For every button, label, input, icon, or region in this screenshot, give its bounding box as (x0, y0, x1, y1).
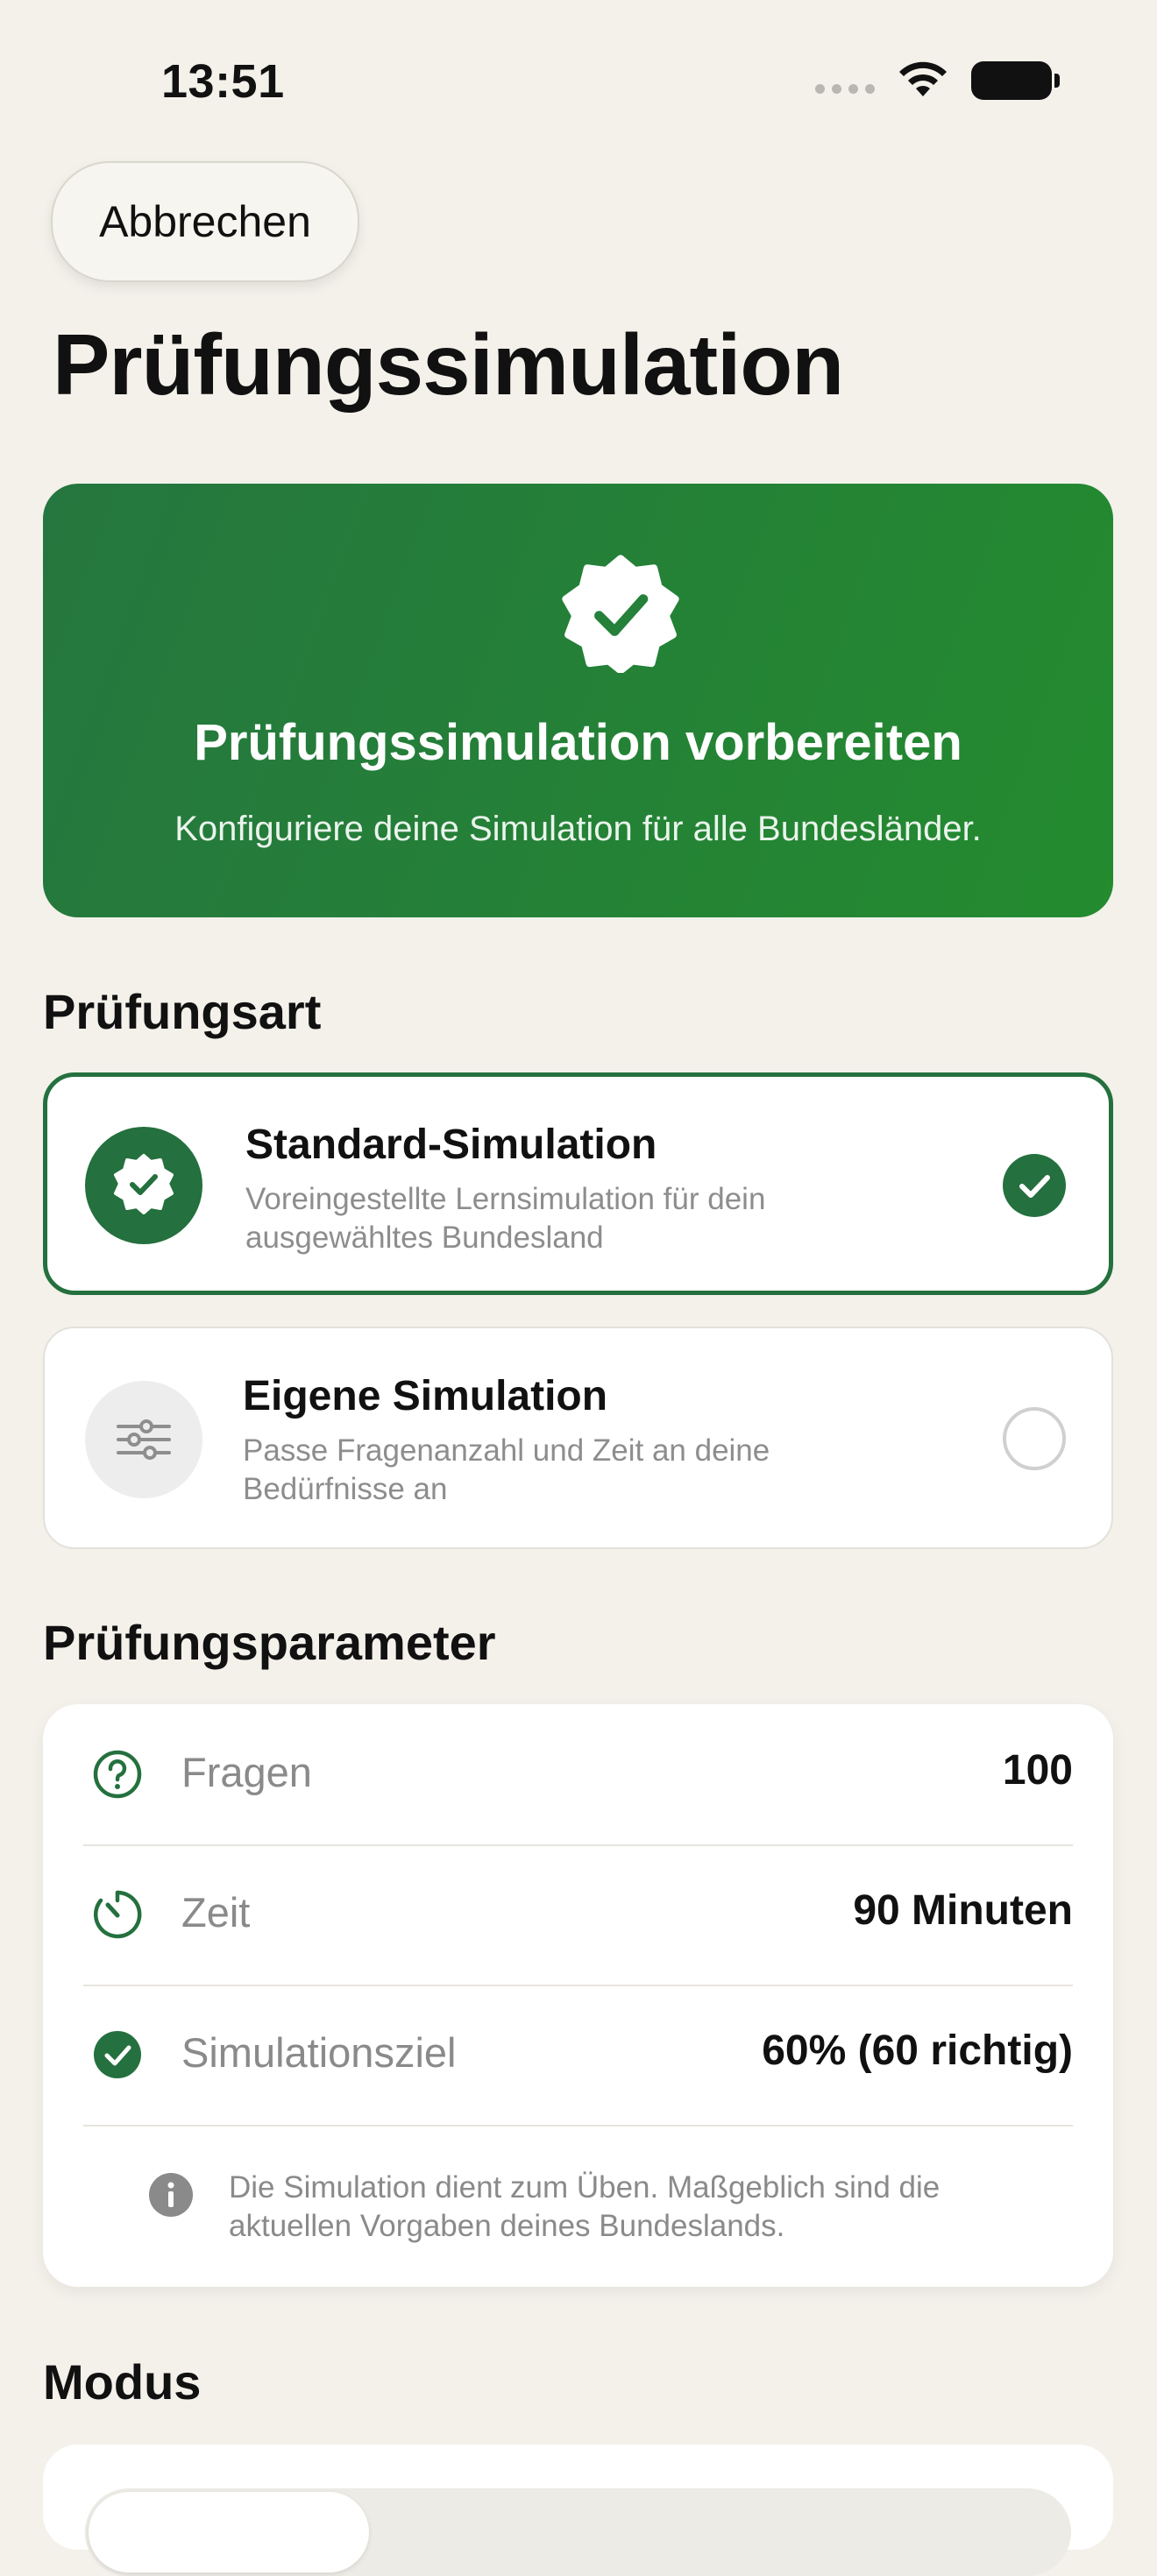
param-row-questions: Fragen 100 (83, 1704, 1073, 1844)
option-description: Passe Fragenanzahl und Zeit an deine Bed… (243, 1433, 770, 1506)
timer-icon (93, 1890, 142, 1939)
parameters-card: Fragen 100 Zeit 90 Minuten Simulationszi… (43, 1704, 1113, 2287)
exam-type-heading: Prüfungsart (43, 984, 322, 1039)
option-custom-simulation[interactable]: Eigene Simulation Passe Fragenanzahl und… (43, 1327, 1113, 1549)
info-circle-icon (149, 2173, 193, 2217)
param-label: Fragen (181, 1749, 312, 1795)
option-description: Voreingestellte Lernsimulation für dein … (245, 1182, 766, 1255)
option-title: Standard-Simulation (245, 1122, 657, 1168)
param-row-time: Zeit 90 Minuten (83, 1844, 1073, 1985)
hero-banner: Prüfungssimulation vorbereiten Konfiguri… (43, 484, 1113, 917)
checkmark-seal-icon (85, 1127, 202, 1244)
param-value: 60% (60 richtig) (762, 2028, 1073, 2074)
wifi-icon (899, 61, 947, 96)
battery-icon (971, 61, 1060, 100)
status-time: 13:51 (161, 55, 285, 108)
info-text: Die Simulation dient zum Üben. Maßgeblic… (229, 2170, 941, 2243)
signal-dots-icon (815, 83, 875, 94)
hero-subtitle: Konfiguriere deine Simulation für alle B… (174, 810, 982, 848)
hero-title: Prüfungssimulation vorbereiten (194, 714, 962, 771)
param-value: 100 (1002, 1747, 1073, 1794)
page-title: Prüfungssimulation (53, 316, 844, 413)
mode-segment-selected[interactable] (89, 2492, 369, 2572)
status-icons (815, 61, 1060, 100)
cancel-button[interactable]: Abbrechen (51, 161, 359, 282)
param-label: Zeit (181, 1889, 251, 1936)
divider (83, 2125, 1073, 2127)
checkmark-circle-icon (94, 2031, 141, 2078)
selected-check-icon (1003, 1154, 1066, 1217)
mode-card (43, 2445, 1113, 2576)
parameters-heading: Prüfungsparameter (43, 1615, 496, 1670)
param-label: Simulationsziel (181, 2029, 457, 2076)
unselected-radio-icon (1003, 1407, 1066, 1470)
param-row-goal: Simulationsziel 60% (60 richtig) (83, 1985, 1073, 2125)
checkmark-seal-icon (562, 555, 679, 673)
sliders-icon (85, 1381, 202, 1498)
mode-heading: Modus (43, 2354, 202, 2410)
option-standard-simulation[interactable]: Standard-Simulation Voreingestellte Lern… (43, 1072, 1113, 1295)
option-title: Eigene Simulation (243, 1373, 608, 1419)
param-value: 90 Minuten (853, 1887, 1073, 1934)
question-circle-icon (93, 1750, 142, 1799)
